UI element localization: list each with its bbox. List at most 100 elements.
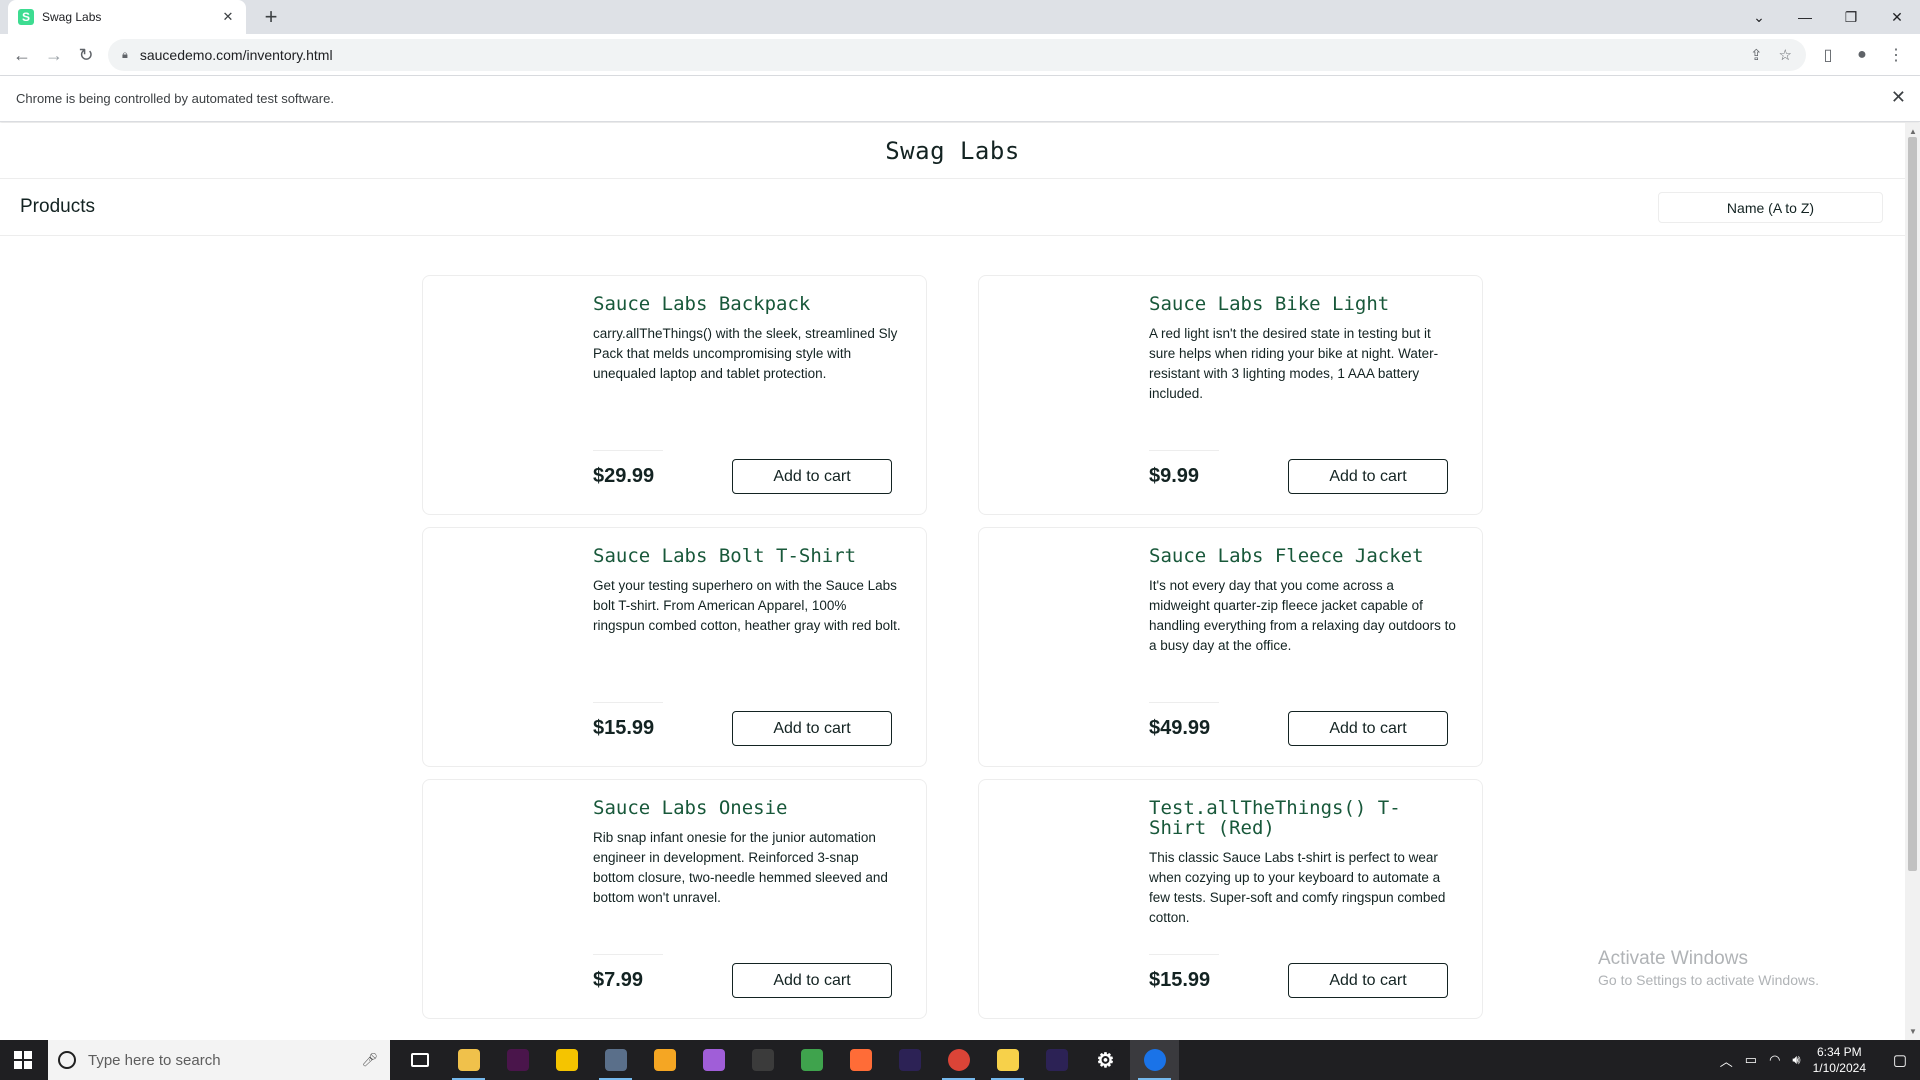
back-icon[interactable]: ← — [8, 41, 36, 69]
show-hidden-icons-icon[interactable]: ︿ — [1720, 1051, 1733, 1070]
minimize-icon[interactable]: — — [1782, 0, 1828, 34]
taskbar-app-button[interactable] — [1032, 1040, 1081, 1080]
taskbar-app-button[interactable] — [689, 1040, 738, 1080]
taskbar-app-button[interactable] — [493, 1040, 542, 1080]
inventory-item-body: Sauce Labs Backpack carry.allTheThings() … — [593, 294, 901, 384]
inventory-item: Sauce Labs Bike Light A red light isn't t… — [978, 275, 1483, 515]
file-explorer-icon — [457, 1049, 480, 1071]
scroll-up-icon[interactable]: ▲ — [1909, 127, 1917, 136]
product-sort-select[interactable]: Name (A to Z) — [1658, 192, 1883, 223]
taskbar-search-placeholder[interactable]: Type here to search — [88, 1052, 361, 1069]
scroll-down-icon[interactable]: ▼ — [1909, 1027, 1917, 1036]
inventory-item: Sauce Labs Onesie Rib snap infant onesie … — [422, 779, 927, 1019]
inventory-item-description: This classic Sauce Labs t-shirt is perfe… — [1149, 850, 1446, 925]
taskbar-app-button[interactable] — [444, 1040, 493, 1080]
taskbar-app-button[interactable] — [934, 1040, 983, 1080]
tab-search-icon[interactable]: ⌄ — [1736, 0, 1782, 34]
inventory-item-description: carry.allTheThings() with the sleek, str… — [593, 326, 898, 381]
taskbar-app-button[interactable] — [738, 1040, 787, 1080]
inventory-item-name[interactable]: Test.allTheThings() T-Shirt (Red) — [1149, 798, 1457, 838]
reload-icon[interactable]: ↻ — [72, 41, 100, 69]
taskbar-app-button[interactable] — [983, 1040, 1032, 1080]
price-divider — [593, 702, 663, 703]
inventory-item-name[interactable]: Sauce Labs Bike Light — [1149, 294, 1457, 314]
close-tab-icon[interactable]: ✕ — [220, 9, 236, 25]
notifications-icon[interactable]: ▢ — [1880, 1040, 1920, 1080]
taskbar-app-button[interactable] — [395, 1040, 444, 1080]
add-to-cart-button[interactable]: Add to cart — [732, 459, 892, 494]
volume-icon[interactable]: 🔊︎ — [1792, 1052, 1800, 1068]
clock-time: 6:34 PM — [1816, 1045, 1862, 1059]
new-tab-button[interactable]: + — [258, 4, 284, 30]
page-scrollbar[interactable]: ▲ ▼ — [1905, 123, 1920, 1040]
eclipse-2-icon — [1045, 1049, 1068, 1071]
price-divider — [593, 954, 663, 955]
scroll-thumb[interactable] — [1908, 137, 1917, 871]
address-bar[interactable]: 🔒︎ saucedemo.com/inventory.html ⇪ ☆ — [108, 39, 1806, 71]
inventory-item-description: A red light isn't the desired state in t… — [1149, 326, 1439, 401]
side-panel-icon[interactable]: ▯ — [1814, 41, 1842, 69]
taskbar-clock[interactable]: 6:34 PM 1/10/2024 — [1813, 1044, 1866, 1076]
inventory-item-name[interactable]: Sauce Labs Bolt T-Shirt — [593, 546, 901, 566]
taskbar-app-button[interactable] — [1130, 1040, 1179, 1080]
restore-icon[interactable]: ❐ — [1828, 0, 1874, 34]
inventory-item: Sauce Labs Backpack carry.allTheThings() … — [422, 275, 927, 515]
onenote-icon — [702, 1049, 725, 1071]
inventory-item: Sauce Labs Fleece Jacket It's not every d… — [978, 527, 1483, 767]
inventory-item-name[interactable]: Sauce Labs Backpack — [593, 294, 901, 314]
bookmark-star-icon[interactable]: ☆ — [1779, 46, 1792, 64]
price-divider — [1149, 954, 1219, 955]
taskbar-app-button[interactable] — [591, 1040, 640, 1080]
add-to-cart-button[interactable]: Add to cart — [1288, 459, 1448, 494]
profile-avatar-icon[interactable]: ● — [1848, 41, 1876, 69]
clock-date: 1/10/2024 — [1812, 1061, 1866, 1075]
taskbar-app-button[interactable] — [885, 1040, 934, 1080]
taskbar-app-button[interactable] — [640, 1040, 689, 1080]
system-tray: ︿ ▭ ◠ 🔊︎ 6:34 PM 1/10/2024 ▢ — [1720, 1040, 1920, 1080]
inventory-item-name[interactable]: Sauce Labs Fleece Jacket — [1149, 546, 1457, 566]
taskbar-app-button[interactable] — [787, 1040, 836, 1080]
windows-logo-icon — [14, 1051, 32, 1069]
battery-icon[interactable]: ▭ — [1745, 1052, 1757, 1068]
watermark-title: Activate Windows — [1598, 948, 1748, 969]
microphone-icon[interactable]: 🎤︎ — [361, 1052, 378, 1068]
share-icon[interactable]: ⇪ — [1750, 46, 1763, 64]
watermark-subtitle: Go to Settings to activate Windows. — [1598, 972, 1819, 988]
chrome-icon — [1143, 1049, 1166, 1071]
browser-tab-strip: S Swag Labs ✕ + ⌄ — ❐ ✕ — [0, 0, 1920, 34]
lock-icon[interactable]: 🔒︎ — [122, 49, 128, 62]
forward-icon[interactable]: → — [40, 41, 68, 69]
calculator-icon — [751, 1049, 774, 1071]
infobar-close-icon[interactable]: ✕ — [1891, 87, 1906, 108]
network-icon[interactable]: ◠ — [1769, 1052, 1780, 1068]
inventory-item-price: $7.99 — [593, 969, 644, 991]
close-window-icon[interactable]: ✕ — [1874, 0, 1920, 34]
inventory-item-name[interactable]: Sauce Labs Onesie — [593, 798, 901, 818]
add-to-cart-button[interactable]: Add to cart — [732, 963, 892, 998]
inventory-item-body: Sauce Labs Onesie Rib snap infant onesie … — [593, 798, 901, 908]
price-divider — [1149, 450, 1219, 451]
page-viewport: Swag Labs Products Name (A to Z) Sauce L… — [0, 123, 1905, 1040]
chrome-menu-icon[interactable]: ⋮ — [1882, 41, 1910, 69]
sticky-notes-icon — [996, 1049, 1019, 1071]
add-to-cart-button[interactable]: Add to cart — [732, 711, 892, 746]
inventory-item-body: Test.allTheThings() T-Shirt (Red) This cl… — [1149, 798, 1457, 928]
url-text[interactable]: saucedemo.com/inventory.html — [140, 47, 1750, 63]
taskbar-app-button[interactable] — [836, 1040, 885, 1080]
inventory-item-description: Get your testing superhero on with the S… — [593, 578, 901, 633]
browser-tab[interactable]: S Swag Labs ✕ — [8, 0, 246, 34]
start-button[interactable] — [0, 1040, 46, 1080]
inventory-item-price: $15.99 — [1149, 969, 1211, 991]
price-divider — [593, 450, 663, 451]
price-divider — [1149, 702, 1219, 703]
taskbar-app-button[interactable] — [542, 1040, 591, 1080]
automation-infobar: Chrome is being controlled by automated … — [0, 76, 1920, 122]
page-title: Products — [20, 196, 95, 217]
inventory-item-body: Sauce Labs Bike Light A red light isn't t… — [1149, 294, 1457, 404]
taskbar-search[interactable]: Type here to search 🎤︎ — [48, 1040, 390, 1080]
add-to-cart-button[interactable]: Add to cart — [1288, 711, 1448, 746]
taskbar-app-button[interactable]: ⚙ — [1081, 1040, 1130, 1080]
settings-icon: ⚙ — [1094, 1049, 1117, 1072]
app-logo: Swag Labs — [885, 136, 1020, 165]
add-to-cart-button[interactable]: Add to cart — [1288, 963, 1448, 998]
